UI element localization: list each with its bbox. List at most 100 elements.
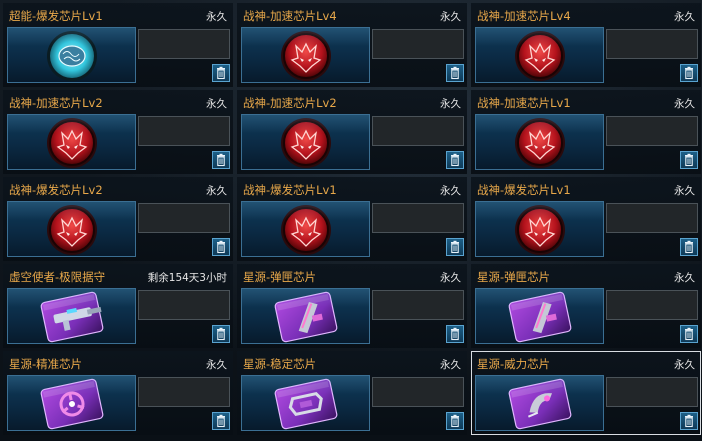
chip-slot[interactable]: 战神-加速芯片Lv2 永久 [237,90,467,174]
chip-slot[interactable]: 战神-加速芯片Lv1 永久 [471,90,701,174]
chip-icon-frame[interactable] [475,201,604,257]
chip-info-panel [138,116,230,146]
chip-icon-frame[interactable] [475,288,604,344]
chip-duration: 永久 [440,272,461,284]
red-demon-chip-icon [281,118,331,168]
chip-duration: 永久 [674,185,695,197]
chip-slot[interactable]: 超能-爆发芯片Lv1 永久 [3,3,233,87]
chip-info-panel [372,377,464,407]
chip-icon-frame[interactable] [241,288,370,344]
chip-duration: 永久 [206,185,227,197]
trash-button[interactable] [446,151,464,169]
trash-button[interactable] [446,64,464,82]
trash-icon [451,153,459,167]
chip-duration: 永久 [674,98,695,110]
chip-icon-frame[interactable] [7,375,136,431]
trash-button[interactable] [680,151,698,169]
chip-info-panel [372,290,464,320]
chip-slot[interactable]: 星源-威力芯片 永久 [471,351,701,435]
chip-info-panel [372,116,464,146]
chip-info-panel [606,29,698,59]
chip-name: 星源-威力芯片 [477,357,551,371]
chip-info-panel [372,29,464,59]
chip-duration: 永久 [206,98,227,110]
trash-button[interactable] [446,325,464,343]
trash-icon [451,414,459,428]
chip-slot[interactable]: 战神-加速芯片Lv2 永久 [3,90,233,174]
chip-slot[interactable]: 战神-爆发芯片Lv1 永久 [471,177,701,261]
chip-slot[interactable]: 战神-爆发芯片Lv1 永久 [237,177,467,261]
chip-icon-frame[interactable] [241,375,370,431]
chip-name: 虚空使者-极限据守 [9,270,106,284]
chip-name: 战神-爆发芯片Lv1 [477,183,571,197]
trash-button[interactable] [212,151,230,169]
chip-duration: 永久 [440,359,461,371]
chip-name: 战神-加速芯片Lv4 [477,9,571,23]
trash-icon [685,240,693,254]
brain-energy-chip-icon [47,31,97,81]
trash-button[interactable] [212,64,230,82]
chip-slot[interactable]: 战神-加速芯片Lv4 永久 [471,3,701,87]
trash-button[interactable] [212,238,230,256]
chip-slot[interactable]: 战神-爆发芯片Lv2 永久 [3,177,233,261]
trash-button[interactable] [446,238,464,256]
chip-duration: 永久 [206,359,227,371]
chip-duration: 永久 [206,11,227,23]
chip-info-panel [138,377,230,407]
trash-icon [685,153,693,167]
chip-slot[interactable]: 虚空使者-极限据守 剩余154天3小时 [3,264,233,348]
chip-name: 超能-爆发芯片Lv1 [9,9,103,23]
trash-icon [451,66,459,80]
chip-icon-frame[interactable] [241,114,370,170]
chip-duration: 永久 [440,98,461,110]
chip-info-panel [606,203,698,233]
trash-icon [685,327,693,341]
trash-icon [217,66,225,80]
red-demon-chip-icon [515,205,565,255]
chip-slot[interactable]: 星源-弹匣芯片 永久 [471,264,701,348]
chip-duration: 永久 [440,185,461,197]
chip-duration: 永久 [674,359,695,371]
chip-icon-frame[interactable] [7,201,136,257]
chip-icon-frame[interactable] [475,114,604,170]
chip-slot[interactable]: 星源-弹匣芯片 永久 [237,264,467,348]
red-demon-chip-icon [281,205,331,255]
trash-button[interactable] [212,325,230,343]
red-demon-chip-icon [515,118,565,168]
red-demon-chip-icon [281,31,331,81]
trash-button[interactable] [680,412,698,430]
red-demon-chip-icon [47,118,97,168]
chip-name: 星源-稳定芯片 [243,357,317,371]
trash-button[interactable] [680,238,698,256]
chip-icon-frame[interactable] [7,27,136,83]
chip-name: 战神-加速芯片Lv2 [9,96,103,110]
trash-icon [217,240,225,254]
chip-icon-frame[interactable] [7,114,136,170]
trash-icon [217,153,225,167]
chip-icon-frame[interactable] [241,201,370,257]
trash-button[interactable] [680,64,698,82]
chip-icon-frame[interactable] [475,27,604,83]
chip-icon-frame[interactable] [241,27,370,83]
chip-slot[interactable]: 星源-精准芯片 永久 [3,351,233,435]
chip-info-panel [138,290,230,320]
chip-info-panel [372,203,464,233]
trash-button[interactable] [446,412,464,430]
chip-duration: 剩余154天3小时 [147,272,227,284]
trash-icon [451,240,459,254]
purple-crosshair-card-icon [40,378,104,430]
trash-button[interactable] [212,412,230,430]
red-demon-chip-icon [47,205,97,255]
chip-info-panel [606,116,698,146]
chip-name: 星源-精准芯片 [9,357,83,371]
trash-icon [451,327,459,341]
chip-slot[interactable]: 星源-稳定芯片 永久 [237,351,467,435]
chip-name: 战神-爆发芯片Lv2 [9,183,103,197]
chip-info-panel [138,29,230,59]
chip-duration: 永久 [440,11,461,23]
chip-icon-frame[interactable] [7,288,136,344]
purple-power-card-icon [508,378,572,430]
chip-slot[interactable]: 战神-加速芯片Lv4 永久 [237,3,467,87]
chip-icon-frame[interactable] [475,375,604,431]
trash-button[interactable] [680,325,698,343]
